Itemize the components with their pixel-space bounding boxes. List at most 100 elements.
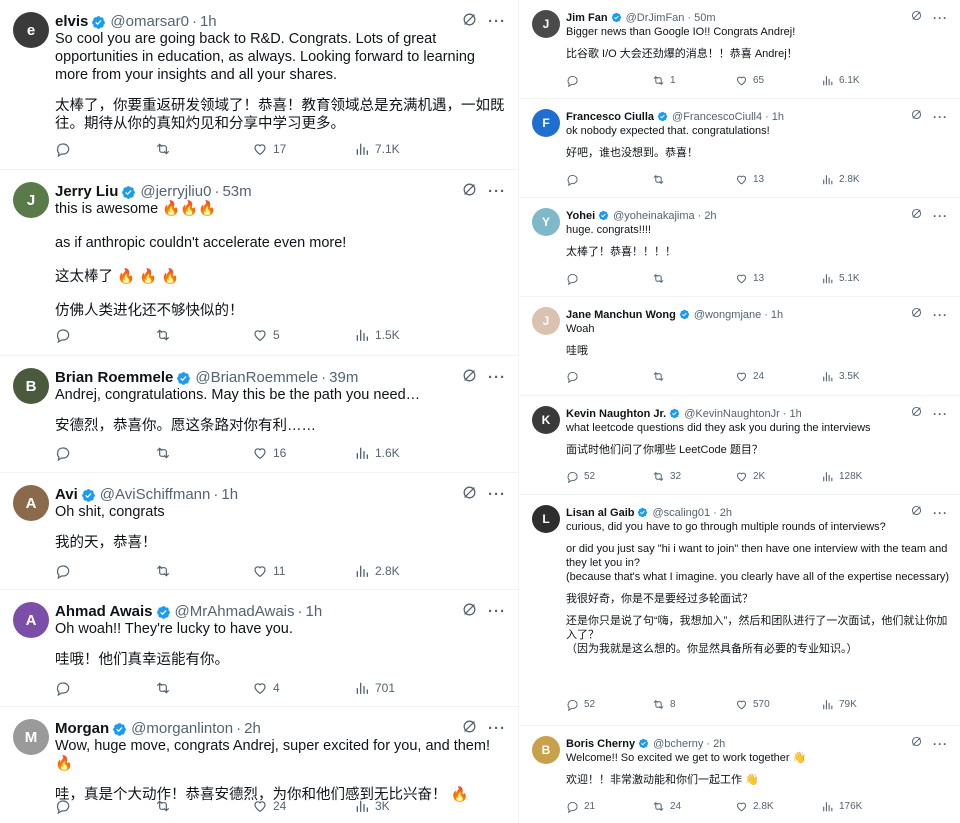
views-button[interactable]: 1.6K [354, 445, 454, 461]
grok-icon[interactable] [910, 306, 923, 323]
like-button[interactable]: 17 [252, 141, 354, 157]
like-button[interactable]: 65 [735, 74, 821, 87]
grok-icon[interactable] [910, 405, 923, 422]
reply-tweet[interactable]: B Brian Roemmele @BrianRoemmele · 39m ··· Andr… [0, 356, 518, 473]
grok-icon[interactable] [910, 108, 923, 125]
reply-tweet[interactable]: e elvis @omarsar0 · 1h ··· So cool you are goi… [0, 0, 518, 170]
author-name[interactable]: Francesco Ciulla [566, 110, 654, 124]
timestamp[interactable]: 1h [306, 603, 323, 621]
author-name[interactable]: Lisan al Gaib [566, 506, 634, 520]
author-name[interactable]: elvis [55, 13, 88, 31]
author-handle[interactable]: @FrancescoCiull4 [672, 110, 762, 124]
like-button[interactable]: 570 [735, 698, 821, 711]
author-handle[interactable]: @morganlinton [131, 720, 233, 738]
retweet-button[interactable] [155, 798, 252, 814]
like-button[interactable]: 13 [735, 272, 821, 285]
more-icon[interactable]: ··· [933, 209, 948, 223]
timestamp[interactable]: 2h [704, 209, 716, 223]
grok-icon[interactable] [910, 504, 923, 521]
views-button[interactable]: 2.8K [354, 563, 454, 579]
grok-icon[interactable] [910, 207, 923, 224]
reply-button[interactable] [55, 680, 155, 696]
reply-button[interactable] [55, 445, 155, 461]
views-button[interactable]: 1.5K [354, 327, 454, 343]
author-name[interactable]: Yohei [566, 209, 595, 223]
reply-button[interactable] [566, 370, 652, 383]
views-button[interactable]: 79K [821, 698, 911, 711]
reply-button[interactable]: 21 [566, 800, 652, 813]
more-icon[interactable]: ··· [933, 11, 948, 25]
views-button[interactable]: 701 [354, 680, 454, 696]
retweet-button[interactable]: 1 [652, 74, 735, 87]
timestamp[interactable]: 53m [222, 183, 251, 201]
retweet-button[interactable] [155, 445, 252, 461]
reply-button[interactable] [566, 74, 652, 87]
author-handle[interactable]: @MrAhmadAwais [175, 603, 295, 621]
reply-tweet[interactable]: J Jerry Liu @jerryjliu0 · 53m ··· this is awes… [0, 170, 518, 356]
timestamp[interactable]: 1h [221, 486, 238, 504]
timestamp[interactable]: 39m [329, 369, 358, 387]
more-icon[interactable]: ··· [488, 13, 506, 31]
retweet-button[interactable] [652, 370, 735, 383]
reply-tweet[interactable]: A Ahmad Awais @MrAhmadAwais · 1h ··· Oh woah!!… [0, 590, 518, 707]
reply-tweet[interactable]: A Avi @AviSchiffmann · 1h ··· Oh shit, congrat… [0, 473, 518, 590]
more-icon[interactable]: ··· [933, 110, 948, 124]
timestamp[interactable]: 2h [713, 737, 725, 751]
reply-button[interactable]: 52 [566, 698, 652, 711]
views-button[interactable]: 5.1K [821, 272, 911, 285]
like-button[interactable]: 2K [735, 470, 821, 483]
author-name[interactable]: Boris Cherny [566, 737, 635, 751]
timestamp[interactable]: 2h [720, 506, 732, 520]
timestamp[interactable]: 50m [694, 11, 715, 25]
retweet-button[interactable] [652, 173, 735, 186]
author-handle[interactable]: @omarsar0 [110, 13, 189, 31]
like-button[interactable]: 16 [252, 445, 354, 461]
more-icon[interactable]: ··· [933, 737, 948, 751]
more-icon[interactable]: ··· [488, 720, 506, 738]
author-handle[interactable]: @scaling01 [652, 506, 710, 520]
author-handle[interactable]: @DrJimFan [626, 11, 685, 25]
avatar[interactable]: K [532, 406, 560, 434]
author-name[interactable]: Jim Fan [566, 11, 608, 25]
avatar[interactable]: F [532, 109, 560, 137]
timestamp[interactable]: 1h [789, 407, 801, 421]
avatar[interactable]: B [13, 368, 49, 404]
avatar[interactable]: J [532, 10, 560, 38]
retweet-button[interactable]: 8 [652, 698, 735, 711]
author-name[interactable]: Morgan [55, 720, 109, 738]
reply-button[interactable] [566, 272, 652, 285]
retweet-button[interactable]: 32 [652, 470, 735, 483]
retweet-button[interactable] [155, 680, 252, 696]
author-name[interactable]: Brian Roemmele [55, 369, 173, 387]
reply-tweet[interactable]: Y Yohei @yoheinakajima · 2h ··· huge. congrats… [520, 198, 960, 297]
timestamp[interactable]: 1h [200, 13, 217, 31]
reply-tweet[interactable]: L Lisan al Gaib @scaling01 · 2h ··· curious, d… [520, 495, 960, 726]
avatar[interactable]: A [13, 602, 49, 638]
reply-button[interactable]: 52 [566, 470, 652, 483]
views-button[interactable]: 7.1K [354, 141, 454, 157]
more-icon[interactable]: ··· [488, 183, 506, 201]
avatar[interactable]: M [13, 719, 49, 755]
author-handle[interactable]: @bcherny [653, 737, 703, 751]
retweet-button[interactable]: 24 [652, 800, 735, 813]
like-button[interactable]: 5 [252, 327, 354, 343]
avatar[interactable]: J [13, 182, 49, 218]
more-icon[interactable]: ··· [488, 486, 506, 504]
timestamp[interactable]: 1h [772, 110, 784, 124]
avatar[interactable]: L [532, 505, 560, 533]
reply-tweet[interactable]: M Morgan @morganlinton · 2h ··· Wow, huge move… [0, 707, 518, 823]
reply-button[interactable] [55, 141, 155, 157]
views-button[interactable]: 6.1K [821, 74, 911, 87]
more-icon[interactable]: ··· [933, 407, 948, 421]
author-name[interactable]: Jane Manchun Wong [566, 308, 676, 322]
author-handle[interactable]: @wongmjane [694, 308, 761, 322]
author-handle[interactable]: @AviSchiffmann [100, 486, 211, 504]
timestamp[interactable]: 2h [244, 720, 261, 738]
like-button[interactable]: 24 [252, 798, 354, 814]
author-name[interactable]: Avi [55, 486, 78, 504]
more-icon[interactable]: ··· [933, 506, 948, 520]
retweet-button[interactable] [155, 141, 252, 157]
author-handle[interactable]: @KevinNaughtonJr [684, 407, 780, 421]
avatar[interactable]: B [532, 736, 560, 764]
like-button[interactable]: 24 [735, 370, 821, 383]
